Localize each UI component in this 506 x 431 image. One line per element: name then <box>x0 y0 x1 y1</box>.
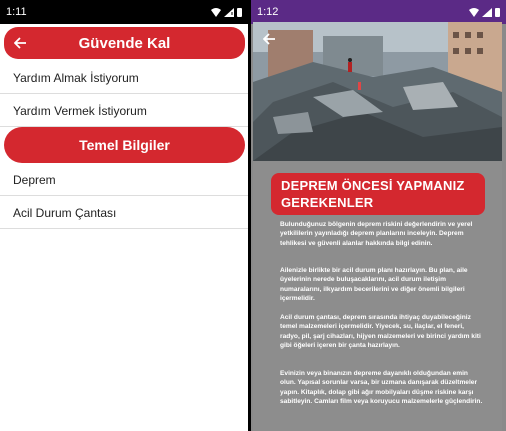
app-bar-title: Güvende Kal <box>78 34 171 52</box>
wifi-icon <box>211 7 221 17</box>
paragraph-risk: Bulunduğunuz bölgenin deprem riskini değ… <box>280 221 473 247</box>
right-phone-screen: 1:12 DEPREM ÖNCESİ YAPMANIZ GEREKENLER B… <box>251 0 506 431</box>
back-arrow-icon[interactable] <box>4 37 36 49</box>
back-arrow-icon[interactable] <box>263 33 276 45</box>
info-item-earthquake[interactable]: Deprem <box>0 164 248 196</box>
status-icons <box>211 7 242 17</box>
menu-item-get-help[interactable]: Yardım Almak İstiyorum <box>0 62 248 94</box>
paragraph-building: Evinizin veya binanızın depreme dayanıkl… <box>280 370 483 406</box>
info-item-label: Deprem <box>13 172 56 187</box>
section-title: Temel Bilgiler <box>79 137 170 153</box>
info-item-label: Acil Durum Çantası <box>13 205 117 220</box>
paragraph-bag: Acil durum çantası, deprem sırasında iht… <box>280 314 481 350</box>
info-item-emergency-bag[interactable]: Acil Durum Çantası <box>0 197 248 229</box>
status-bar: 1:11 <box>0 0 248 24</box>
section-heading: DEPREM ÖNCESİ YAPMANIZ GEREKENLER <box>281 178 465 210</box>
menu-item-label: Yardım Vermek İstiyorum <box>13 103 147 118</box>
signal-icon <box>482 7 492 17</box>
menu-item-give-help[interactable]: Yardım Vermek İstiyorum <box>0 95 248 127</box>
status-icons <box>469 7 500 17</box>
status-time: 1:11 <box>6 6 27 18</box>
left-phone-screen: 1:11 Güvende Kal Yardım Almak İstiyorum … <box>0 0 249 431</box>
battery-icon <box>237 7 242 17</box>
status-bar: 1:12 <box>251 0 506 24</box>
earthquake-rubble-image <box>253 22 502 161</box>
section-header-basic-info: Temel Bilgiler <box>4 127 245 163</box>
content-area: DEPREM ÖNCESİ YAPMANIZ GEREKENLER Bulund… <box>253 161 502 431</box>
wifi-icon <box>469 7 479 17</box>
status-time: 1:12 <box>257 6 279 18</box>
paragraph-plan: Ailenizle birlikte bir acil durum planı … <box>280 267 468 303</box>
section-heading-box: DEPREM ÖNCESİ YAPMANIZ GEREKENLER <box>271 173 485 215</box>
menu-item-label: Yardım Almak İstiyorum <box>13 70 139 85</box>
signal-icon <box>224 7 234 17</box>
battery-icon <box>495 7 500 17</box>
app-bar: Güvende Kal <box>4 27 245 59</box>
screenshot-stage: 1:11 Güvende Kal Yardım Almak İstiyorum … <box>0 0 506 431</box>
